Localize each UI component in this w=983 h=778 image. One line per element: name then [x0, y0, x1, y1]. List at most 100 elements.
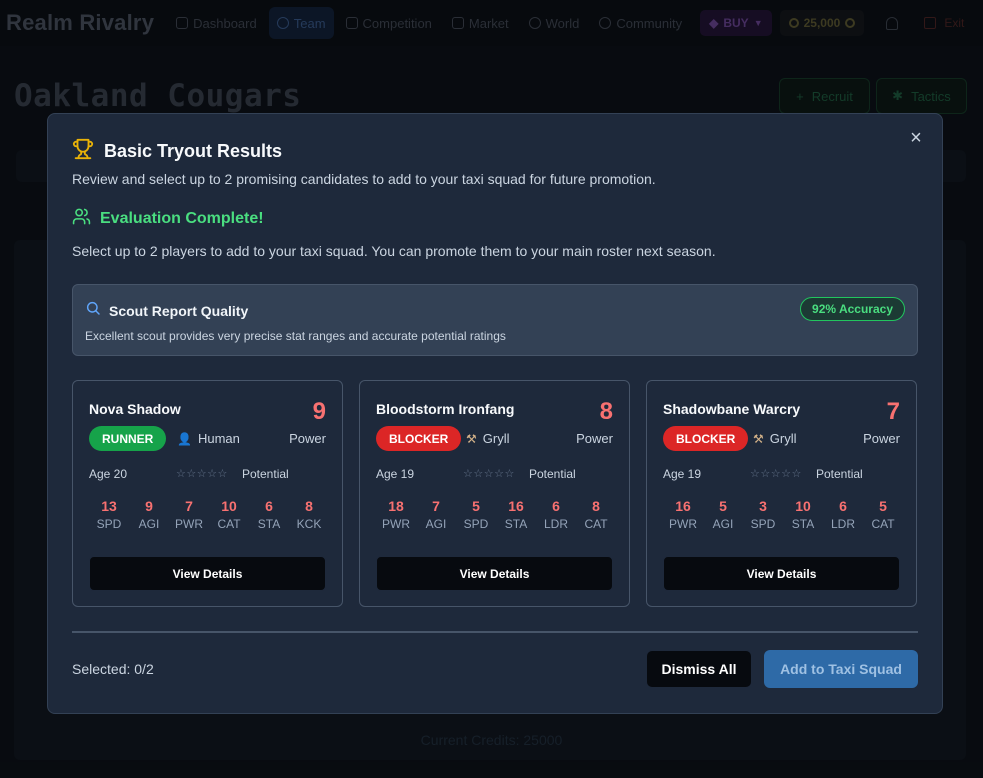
stat-label: STA [504, 517, 528, 531]
stat-item: 7 PWR [169, 498, 209, 531]
stat-value: 6 [839, 498, 847, 514]
candidate-name: Nova Shadow [89, 401, 181, 417]
race-info: 👤 Human [177, 431, 240, 446]
stat-item: 13 SPD [89, 498, 129, 531]
power-label: Power [576, 431, 613, 446]
stat-value: 10 [221, 498, 237, 514]
stat-item: 5 SPD [456, 498, 496, 531]
footer-divider [72, 631, 918, 633]
stat-label: SPD [750, 517, 776, 531]
candidate-card[interactable]: Bloodstorm Ironfang 8 Power BLOCKER ⚒ Gr… [359, 380, 630, 607]
stat-value: 6 [552, 498, 560, 514]
candidate-card[interactable]: Nova Shadow 9 Power RUNNER 👤 Human Age 2… [72, 380, 343, 607]
stat-item: 3 SPD [743, 498, 783, 531]
accuracy-badge: 92% Accuracy [800, 297, 905, 321]
potential-stars: ☆☆☆☆☆ [463, 468, 515, 480]
stat-label: STA [791, 517, 815, 531]
evaluation-status: Evaluation Complete! [72, 207, 264, 231]
potential-stars: ☆☆☆☆☆ [750, 468, 802, 480]
stat-value: 18 [388, 498, 404, 514]
position-badge: BLOCKER [376, 426, 462, 451]
stat-label: LDR [830, 517, 855, 531]
position-badge: BLOCKER [663, 426, 749, 451]
stat-item: 9 AGI [129, 498, 169, 531]
stat-label: LDR [543, 517, 568, 531]
person-icon: 👤 [177, 431, 192, 446]
selection-counter: Selected: 0/2 [72, 661, 154, 677]
close-icon[interactable]: × [906, 128, 926, 148]
scout-report-header: Scout Report Quality [85, 300, 248, 321]
stat-value: 8 [305, 498, 313, 514]
stat-label: CAT [217, 517, 241, 531]
view-details-button[interactable]: View Details [89, 556, 326, 591]
stat-label: PWR [669, 517, 697, 531]
stat-label: STA [257, 517, 281, 531]
view-details-button[interactable]: View Details [663, 556, 900, 591]
stat-item: 10 STA [783, 498, 823, 531]
dialog-subtitle: Review and select up to 2 promising cand… [72, 171, 656, 187]
stat-row: 16 PWR 5 AGI 3 SPD 10 STA 6 LDR 5 CAT [663, 498, 903, 531]
race-info: ⚒ Gryll [466, 431, 509, 446]
stat-value: 5 [472, 498, 480, 514]
stat-row: 18 PWR 7 AGI 5 SPD 16 STA 6 LDR 8 CAT [376, 498, 616, 531]
stat-label: PWR [382, 517, 410, 531]
stat-label: AGI [138, 517, 160, 531]
add-to-taxi-squad-button[interactable]: Add to Taxi Squad [764, 650, 918, 688]
stat-value: 5 [719, 498, 727, 514]
position-badge: RUNNER [89, 426, 167, 451]
stat-item: 16 STA [496, 498, 536, 531]
stat-label: PWR [175, 517, 203, 531]
potential-label: Potential [529, 467, 576, 481]
stat-item: 18 PWR [376, 498, 416, 531]
dismiss-all-button[interactable]: Dismiss All [646, 650, 752, 688]
stat-value: 9 [145, 498, 153, 514]
stat-value: 7 [185, 498, 193, 514]
stat-item: 6 STA [249, 498, 289, 531]
candidate-name: Bloodstorm Ironfang [376, 401, 515, 417]
evaluation-title: Evaluation Complete! [100, 210, 264, 227]
age-label: Age 19 [376, 467, 415, 481]
potential-label: Potential [242, 467, 289, 481]
stat-item: 6 LDR [536, 498, 576, 531]
view-details-button[interactable]: View Details [376, 556, 613, 591]
stat-item: 8 KCK [289, 498, 329, 531]
hammer-icon: ⚒ [466, 431, 477, 446]
dialog-title: Basic Tryout Results [72, 138, 282, 165]
stat-row: 13 SPD 9 AGI 7 PWR 10 CAT 6 STA 8 KCK [89, 498, 329, 531]
candidate-card[interactable]: Shadowbane Warcry 7 Power BLOCKER ⚒ Gryl… [646, 380, 917, 607]
potential-stars: ☆☆☆☆☆ [176, 468, 228, 480]
stat-label: KCK [296, 517, 322, 531]
trophy-icon [72, 138, 94, 165]
stat-value: 16 [508, 498, 524, 514]
scout-report-panel: Scout Report Quality Excellent scout pro… [72, 284, 918, 356]
age-label: Age 20 [89, 467, 128, 481]
stat-item: 6 LDR [823, 498, 863, 531]
race-label: Gryll [769, 431, 797, 446]
stat-item: 5 CAT [863, 498, 903, 531]
stat-value: 10 [795, 498, 811, 514]
evaluation-description: Select up to 2 players to add to your ta… [72, 243, 716, 259]
dialog-title-text: Basic Tryout Results [104, 141, 283, 161]
race-label: Human [197, 431, 240, 446]
stat-item: 16 PWR [663, 498, 703, 531]
power-rating: 9 [312, 398, 326, 425]
search-icon [85, 300, 101, 321]
stat-value: 3 [759, 498, 767, 514]
race-info: ⚒ Gryll [753, 431, 796, 446]
stat-label: AGI [712, 517, 734, 531]
power-label: Power [289, 431, 326, 446]
tryout-results-dialog: × Basic Tryout Results Review and select… [47, 113, 943, 714]
stat-item: 5 AGI [703, 498, 743, 531]
race-label: Gryll [482, 431, 510, 446]
hammer-icon: ⚒ [753, 431, 764, 446]
stat-value: 8 [592, 498, 600, 514]
stat-label: AGI [425, 517, 447, 531]
stat-item: 7 AGI [416, 498, 456, 531]
stat-value: 13 [101, 498, 117, 514]
stat-item: 8 CAT [576, 498, 616, 531]
scout-report-description: Excellent scout provides very precise st… [85, 329, 506, 343]
stat-value: 5 [879, 498, 887, 514]
stat-value: 16 [675, 498, 691, 514]
stat-label: CAT [871, 517, 895, 531]
age-label: Age 19 [663, 467, 702, 481]
